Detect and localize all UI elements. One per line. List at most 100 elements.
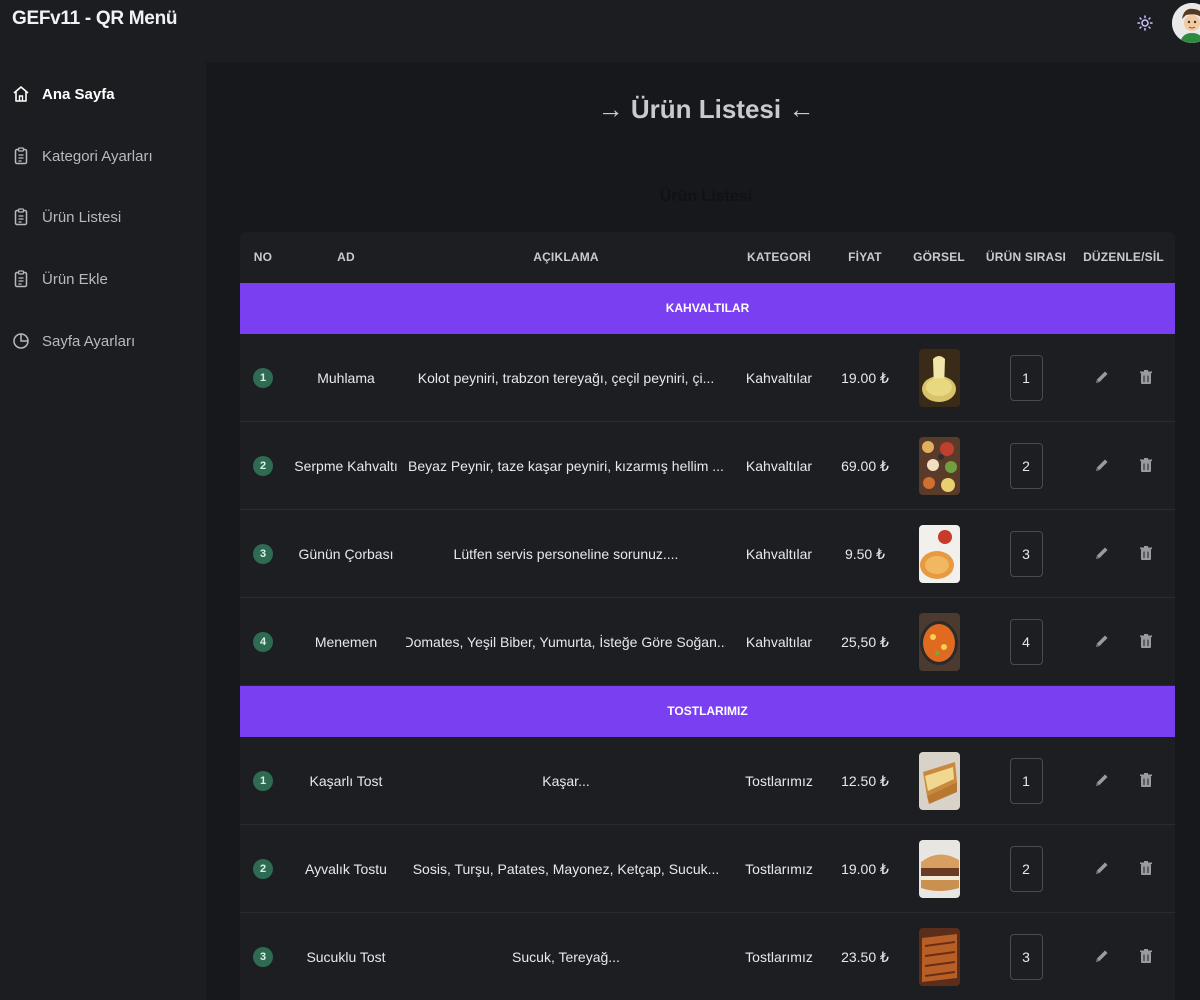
category-group-row: TOSTLARIMIZ (240, 686, 1175, 737)
cell-category: Kahvaltılar (745, 370, 813, 386)
trash-icon (1138, 772, 1154, 791)
cell-image (898, 598, 980, 686)
product-order-input[interactable] (1009, 355, 1043, 401)
product-order-input[interactable] (1009, 934, 1043, 980)
pencil-icon (1094, 545, 1110, 564)
theme-toggle-button[interactable] (1132, 10, 1158, 36)
product-order-input[interactable] (1009, 758, 1043, 804)
cell-no: 2 (240, 825, 286, 913)
table-header: NO AD AÇIKLAMA KATEGORİ FİYAT GÖRSEL ÜRÜ… (240, 232, 1175, 283)
trash-icon (1138, 633, 1154, 652)
row-number-badge: 2 (253, 859, 273, 879)
cell-description: Beyaz Peynir, taze kaşar peyniri, kızarm… (408, 458, 724, 474)
column-header-gorsel: GÖRSEL (913, 250, 965, 264)
product-table: NO AD AÇIKLAMA KATEGORİ FİYAT GÖRSEL ÜRÜ… (240, 232, 1175, 1000)
product-image (918, 752, 960, 810)
cell-order (980, 737, 1072, 825)
table-row: 1 Kaşarlı Tost Kaşar... Tostlarımız 12.50 ₺ (240, 737, 1175, 825)
sidebar-item-label: Ana Sayfa (42, 85, 115, 103)
section-title: Ürün Listesi (659, 188, 753, 205)
home-icon (12, 85, 30, 103)
product-order-input[interactable] (1009, 846, 1043, 892)
table-row: 2 Ayvalık Tostu Sosis, Turşu, Patates, May… (240, 825, 1175, 913)
cell-name: Sucuklu Tost (306, 949, 386, 965)
cell-category: Kahvaltılar (745, 634, 813, 650)
table-row: 1 Muhlama Kolot peyniri, trabzon tereyağı,… (240, 334, 1175, 422)
sidebar-item-label: Ürün Ekle (42, 270, 108, 288)
column-header-fiyat: FİYAT (848, 250, 882, 264)
cell-price: 23.50 ₺ (841, 948, 889, 965)
product-order-input[interactable] (1009, 531, 1043, 577)
cell-order (980, 510, 1072, 598)
cell-description: Kaşar... (542, 773, 590, 789)
row-number-badge: 4 (253, 632, 273, 652)
column-header-duzenle-sil: DÜZENLE/SİL (1083, 250, 1164, 264)
table-row: 2 Serpme Kahvaltı Beyaz Peynir, taze kaşar… (240, 422, 1175, 510)
cell-order (980, 422, 1072, 510)
table-row: 3 Sucuklu Tost Sucuk, Tereyağ... Tostlarımı… (240, 913, 1175, 1000)
edit-button[interactable] (1090, 945, 1114, 969)
cell-price: 19.00 ₺ (841, 369, 889, 386)
cell-actions (1072, 422, 1175, 510)
cell-category: Tostlarımız (745, 773, 813, 789)
delete-button[interactable] (1134, 630, 1158, 654)
sidebar-item-urun-listesi[interactable]: Ürün Listesi (0, 197, 206, 237)
edit-button[interactable] (1090, 769, 1114, 793)
pencil-icon (1094, 633, 1110, 652)
edit-button[interactable] (1090, 630, 1114, 654)
edit-button[interactable] (1090, 366, 1114, 390)
product-order-input[interactable] (1009, 619, 1043, 665)
cell-category: Kahvaltılar (745, 458, 813, 474)
sidebar-item-label: Kategori Ayarları (42, 147, 153, 165)
delete-button[interactable] (1134, 454, 1158, 478)
product-image (918, 928, 960, 986)
sidebar-item-label: Ürün Listesi (42, 208, 122, 226)
product-image (918, 525, 960, 583)
cell-image (898, 825, 980, 913)
cell-category: Kahvaltılar (745, 546, 813, 562)
cell-no: 1 (240, 737, 286, 825)
edit-button[interactable] (1090, 542, 1114, 566)
delete-button[interactable] (1134, 542, 1158, 566)
cell-actions (1072, 598, 1175, 686)
cell-actions (1072, 737, 1175, 825)
sidebar-item-urun-ekle[interactable]: Ürün Ekle (0, 259, 206, 299)
cell-name: Muhlama (317, 370, 375, 386)
column-header-no: NO (253, 250, 273, 264)
cell-price: 19.00 ₺ (841, 860, 889, 877)
pencil-icon (1094, 948, 1110, 967)
delete-button[interactable] (1134, 366, 1158, 390)
edit-button[interactable] (1090, 857, 1114, 881)
column-header-aciklama: AÇIKLAMA (533, 250, 599, 264)
product-image (918, 437, 960, 495)
sidebar-item-kategori-ayarlari[interactable]: Kategori Ayarları (0, 136, 206, 176)
cell-price: 9.50 ₺ (844, 545, 886, 562)
cell-price: 12.50 ₺ (841, 772, 889, 789)
cell-price: 25,50 ₺ (841, 633, 889, 650)
delete-button[interactable] (1134, 945, 1158, 969)
cell-category: Tostlarımız (745, 949, 813, 965)
cell-actions (1072, 913, 1175, 1000)
edit-button[interactable] (1090, 454, 1114, 478)
cell-name: Ayvalık Tostu (305, 861, 387, 877)
delete-button[interactable] (1134, 769, 1158, 793)
sidebar-item-sayfa-ayarlari[interactable]: Sayfa Ayarları (0, 321, 206, 361)
row-number-badge: 2 (253, 456, 273, 476)
row-number-badge: 1 (253, 771, 273, 791)
trash-icon (1138, 545, 1154, 564)
row-number-badge: 3 (253, 947, 273, 967)
app-title: GEFv11 - QR Menü (12, 8, 178, 29)
cell-description: Lütfen servis personeline sorunuz.... (453, 546, 679, 562)
cell-description: Sucuk, Tereyağ... (512, 949, 620, 965)
cell-order (980, 825, 1072, 913)
cell-image (898, 913, 980, 1000)
category-group-row: KAHVALTILAR (240, 283, 1175, 334)
clipboard-icon (12, 208, 30, 226)
row-number-badge: 1 (253, 368, 273, 388)
delete-button[interactable] (1134, 857, 1158, 881)
sidebar-item-ana-sayfa[interactable]: Ana Sayfa (0, 74, 206, 114)
product-order-input[interactable] (1009, 443, 1043, 489)
cell-actions (1072, 334, 1175, 422)
cell-image (898, 737, 980, 825)
avatar[interactable] (1172, 3, 1200, 43)
